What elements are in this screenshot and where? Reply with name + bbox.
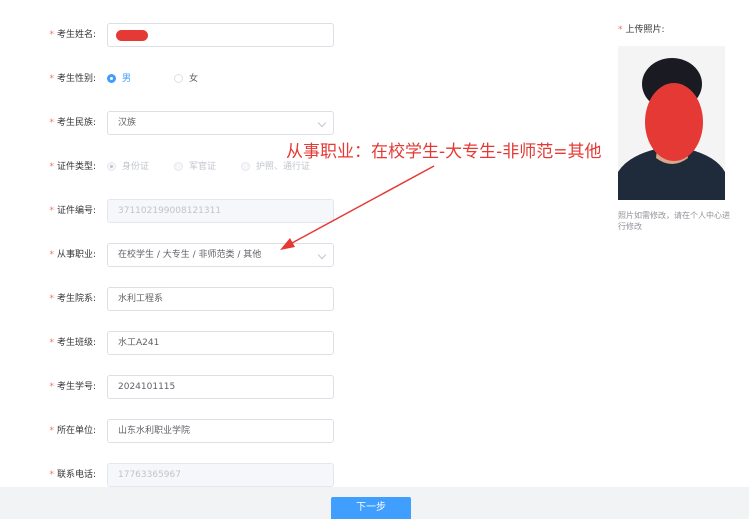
candidate-photo — [618, 46, 725, 200]
next-step-button[interactable]: 下一步 — [331, 497, 411, 519]
required-mark: * — [618, 25, 623, 35]
photo-label-text: 上传照片: — [625, 25, 665, 35]
photo-label: * 上传照片: — [618, 22, 665, 35]
photo-note: 照片如需修改，请在个人中心进行修改 — [618, 211, 730, 231]
person-photo-icon — [618, 46, 725, 200]
